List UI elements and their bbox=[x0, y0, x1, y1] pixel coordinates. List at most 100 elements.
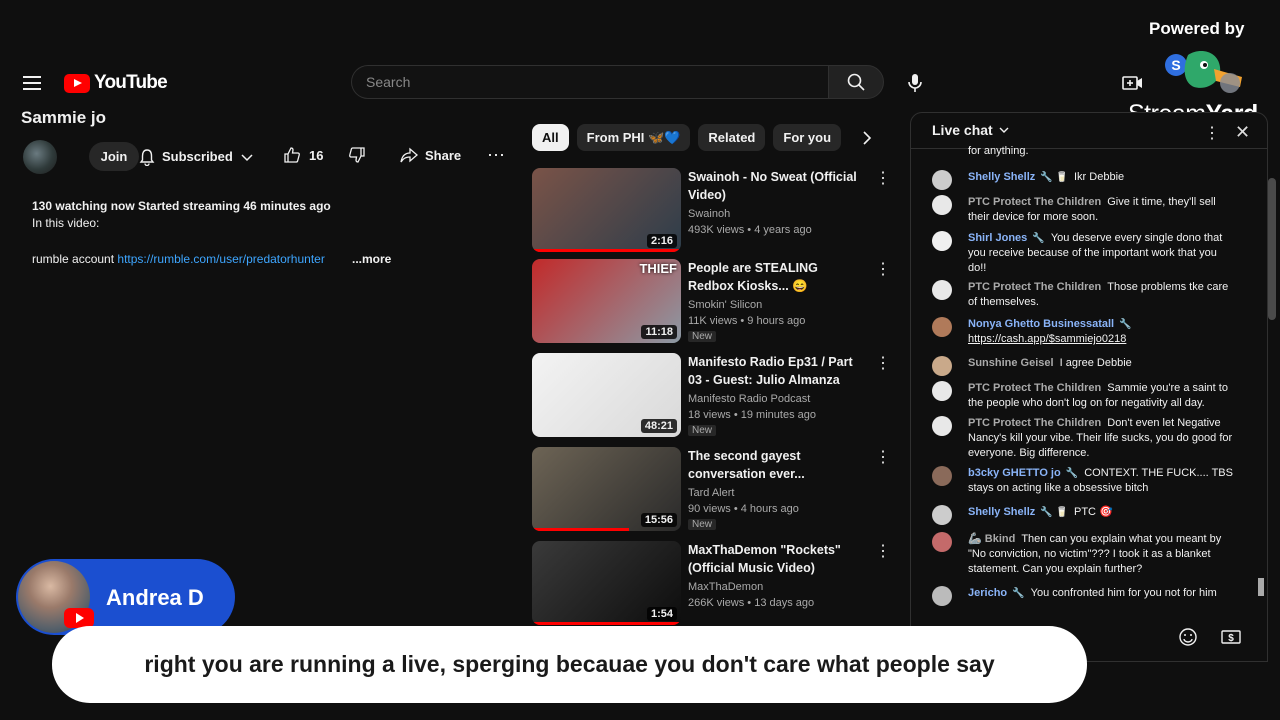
video-title[interactable]: Manifesto Radio Ep31 / Part 03 - Guest: … bbox=[688, 353, 860, 389]
more-actions-icon[interactable]: ⋯ bbox=[487, 146, 505, 164]
chat-author[interactable]: PTC Protect The Children bbox=[968, 281, 1101, 293]
chat-author[interactable]: Jericho 🔧 bbox=[968, 587, 1025, 599]
chip-all[interactable]: All bbox=[532, 124, 569, 151]
close-icon[interactable]: ✕ bbox=[1235, 122, 1250, 143]
channel-avatar[interactable] bbox=[23, 140, 57, 174]
watch-progress-bar bbox=[532, 249, 681, 252]
search-box[interactable] bbox=[351, 65, 828, 99]
chat-message: PTC Protect The Children Give it time, th… bbox=[932, 195, 1237, 225]
emoji-icon[interactable] bbox=[1178, 627, 1198, 647]
chat-author[interactable]: Sunshine Geisel bbox=[968, 357, 1054, 369]
video-title[interactable]: The second gayest conversation ever... bbox=[688, 447, 860, 483]
subscribed-button[interactable]: Subscribed bbox=[138, 142, 255, 171]
video-more-icon[interactable]: ⋮ bbox=[875, 544, 891, 560]
recommendation-item[interactable]: THIEF 11:18 People are STEALING Redbox Kio… bbox=[532, 259, 892, 345]
create-icon[interactable] bbox=[1122, 73, 1144, 93]
video-thumbnail[interactable]: THIEF 11:18 bbox=[532, 259, 681, 343]
chip-related[interactable]: Related bbox=[698, 124, 766, 151]
chat-avatar[interactable] bbox=[932, 586, 952, 606]
recommendation-item[interactable]: 1:54 MaxThaDemon "Rockets" (Official Musi… bbox=[532, 541, 892, 627]
youtube-logo[interactable]: YouTube bbox=[64, 72, 168, 94]
video-more-icon[interactable]: ⋮ bbox=[875, 262, 891, 278]
chip-for-you[interactable]: For you bbox=[773, 124, 842, 151]
video-channel[interactable]: MaxThaDemon bbox=[688, 581, 763, 593]
chat-author[interactable]: Nonya Ghetto Businessatall 🔧 bbox=[968, 318, 1132, 330]
chat-avatar[interactable] bbox=[932, 505, 952, 525]
chat-avatar[interactable] bbox=[932, 466, 952, 486]
search-icon bbox=[847, 73, 865, 91]
chat-avatar[interactable] bbox=[932, 280, 952, 300]
divider bbox=[911, 148, 1267, 149]
chat-message: Shelly Shellz 🔧 🥛 Ikr Debbie bbox=[932, 170, 1237, 190]
live-chat-mode-dropdown[interactable]: Live chat bbox=[932, 122, 1011, 138]
chat-more-icon[interactable]: ⋮ bbox=[1204, 123, 1220, 143]
chip-from-channel[interactable]: From PHI 🦋💙 bbox=[576, 124, 691, 151]
chat-author[interactable]: b3cky GHETTO jo 🔧 bbox=[968, 467, 1078, 479]
chat-avatar[interactable] bbox=[932, 231, 952, 251]
mic-icon[interactable] bbox=[904, 72, 926, 94]
video-channel[interactable]: Tard Alert bbox=[688, 487, 734, 499]
chat-author[interactable]: Shelly Shellz 🔧 🥛 bbox=[968, 171, 1068, 183]
chat-avatar[interactable] bbox=[932, 195, 952, 215]
video-meta: 90 views • 4 hours ago bbox=[688, 503, 799, 515]
chat-scrollbar[interactable] bbox=[1268, 178, 1276, 320]
video-thumbnail[interactable]: 1:54 bbox=[532, 541, 681, 625]
chat-avatar[interactable] bbox=[932, 381, 952, 401]
recommendation-item[interactable]: 48:21 Manifesto Radio Ep31 / Part 03 - Gu… bbox=[532, 353, 892, 439]
chat-author[interactable]: PTC Protect The Children bbox=[968, 417, 1101, 429]
chat-scroll-thumb[interactable] bbox=[1258, 578, 1264, 596]
chat-author[interactable]: PTC Protect The Children bbox=[968, 382, 1101, 394]
super-chat-icon[interactable]: $ bbox=[1221, 628, 1241, 646]
svg-text:S: S bbox=[1171, 57, 1180, 73]
stream-status: 130 watching now Started streaming 46 mi… bbox=[32, 199, 331, 213]
chat-avatar[interactable] bbox=[932, 170, 952, 190]
chat-author[interactable]: Bkind bbox=[985, 533, 1016, 545]
description-more-button[interactable]: ...more bbox=[352, 252, 391, 266]
recommendation-item[interactable]: 15:56 The second gayest conversation ever… bbox=[532, 447, 892, 533]
description-link[interactable]: https://rumble.com/user/predatorhunter bbox=[117, 252, 324, 266]
chat-author[interactable]: Shirl Jones 🔧 bbox=[968, 232, 1045, 244]
chat-message: Shelly Shellz 🔧 🥛 PTC 🎯 bbox=[932, 505, 1237, 525]
video-title[interactable]: MaxThaDemon "Rockets" (Official Music Vi… bbox=[688, 541, 860, 577]
live-chat-title: Live chat bbox=[932, 122, 993, 138]
video-thumbnail[interactable]: 15:56 bbox=[532, 447, 681, 531]
moderator-badge-icon: 🔧 bbox=[1119, 319, 1132, 330]
caption-text: right you are running a live, sperging b… bbox=[144, 651, 995, 677]
video-channel[interactable]: Smokin' Silicon bbox=[688, 299, 762, 311]
search-button[interactable] bbox=[828, 65, 884, 99]
video-more-icon[interactable]: ⋮ bbox=[875, 450, 891, 466]
recommendation-item[interactable]: 2:16 Swainoh - No Sweat (Official Video) S… bbox=[532, 168, 892, 254]
chat-author-name: Sunshine Geisel bbox=[968, 357, 1054, 369]
logo-text: YouTube bbox=[94, 72, 168, 93]
bell-icon bbox=[139, 148, 155, 166]
chevron-right-icon[interactable] bbox=[860, 129, 874, 147]
share-icon bbox=[400, 147, 418, 163]
new-badge: New bbox=[688, 331, 717, 342]
chat-author[interactable]: Shelly Shellz 🔧 🥛 bbox=[968, 506, 1068, 518]
video-channel[interactable]: Swainoh bbox=[688, 208, 730, 220]
video-thumbnail[interactable]: 48:21 bbox=[532, 353, 681, 437]
like-button[interactable]: 16 bbox=[283, 146, 323, 164]
video-title[interactable]: Swainoh - No Sweat (Official Video) bbox=[688, 168, 860, 204]
video-channel[interactable]: Manifesto Radio Podcast bbox=[688, 393, 810, 405]
chat-message: b3cky GHETTO jo 🔧 CONTEXT. THE FUCK.... T… bbox=[932, 466, 1237, 496]
menu-icon[interactable] bbox=[22, 73, 44, 93]
share-button[interactable]: Share bbox=[400, 146, 461, 164]
chat-message: 🦾 Bkind Then can you explain what you mea… bbox=[932, 532, 1237, 577]
chat-avatar[interactable] bbox=[932, 416, 952, 436]
chat-avatar[interactable] bbox=[932, 317, 952, 337]
dislike-button[interactable] bbox=[348, 146, 366, 164]
video-thumbnail[interactable]: 2:16 bbox=[532, 168, 681, 252]
video-more-icon[interactable]: ⋮ bbox=[875, 356, 891, 372]
join-button[interactable]: Join bbox=[89, 142, 139, 171]
youtube-logo-icon bbox=[64, 73, 90, 93]
chat-avatar[interactable] bbox=[932, 532, 952, 552]
chat-author[interactable]: PTC Protect The Children bbox=[968, 196, 1101, 208]
chat-avatar[interactable] bbox=[932, 356, 952, 376]
chat-link[interactable]: https://cash.app/$sammiejo0218 bbox=[968, 333, 1126, 345]
search-input[interactable] bbox=[352, 66, 806, 98]
video-title[interactable]: People are STEALING Redbox Kiosks... 😄 bbox=[688, 259, 860, 295]
video-more-icon[interactable]: ⋮ bbox=[875, 171, 891, 187]
chat-text: PTC bbox=[1074, 506, 1096, 518]
chat-emoji: 🎯 bbox=[1099, 506, 1113, 518]
